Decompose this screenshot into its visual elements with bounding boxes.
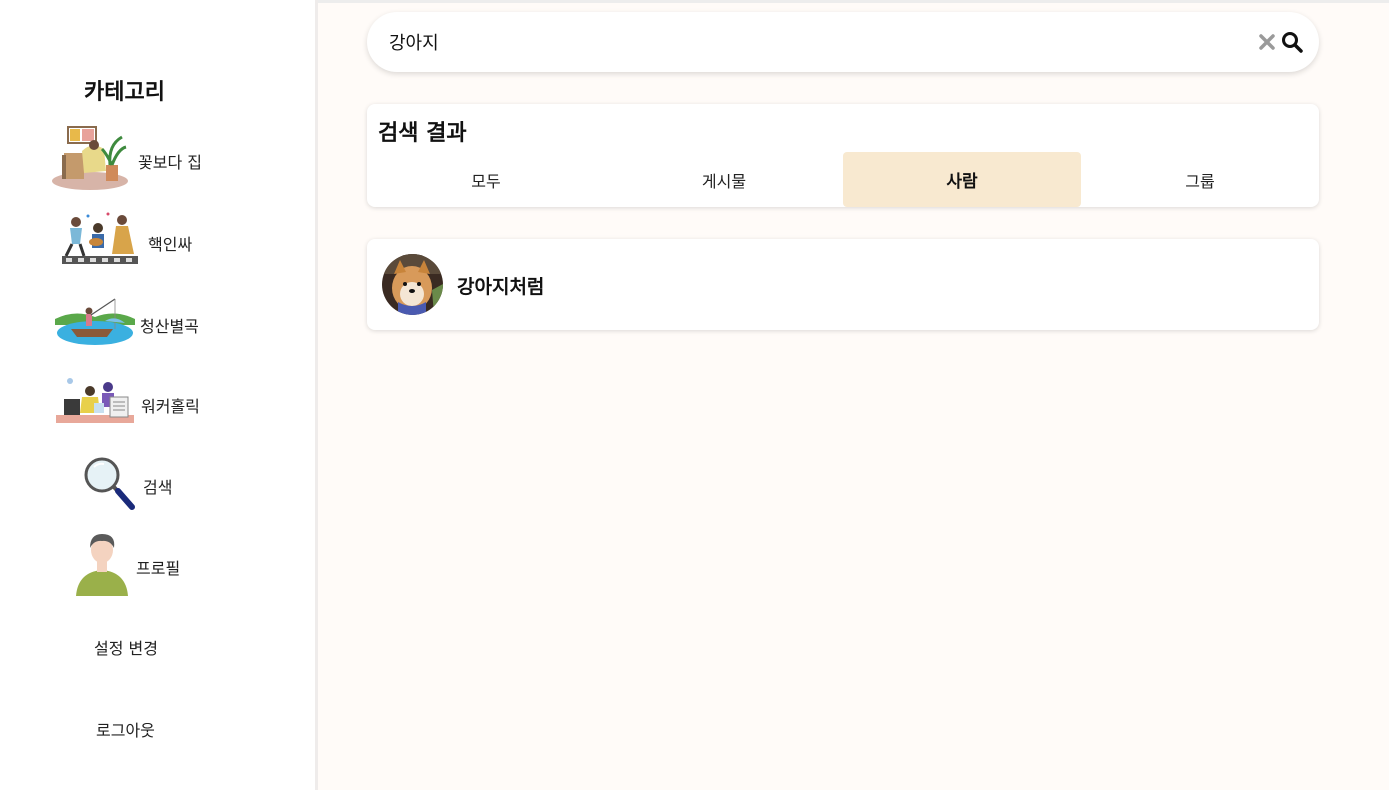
sidebar-item-label: 꽃보다 집	[138, 153, 202, 172]
tab-people[interactable]: 사람	[843, 152, 1081, 207]
sidebar-item-label: 청산별곡	[140, 317, 199, 336]
sidebar-item-flower-house[interactable]: 꽃보다 집	[52, 125, 292, 195]
sidebar-item-nature[interactable]: 청산별곡	[52, 295, 292, 365]
result-tabs: 모두 게시물 사람 그룹	[367, 152, 1319, 207]
sidebar-item-search[interactable]: 검색	[52, 455, 292, 525]
sidebar-item-label: 워커홀릭	[141, 397, 200, 416]
sidebar: 카테고리 꽃보다 집 핵인싸 청산별곡 워커홀릭 검색 프로필 설정 변경 로그…	[0, 0, 318, 790]
home-illustration-icon	[52, 126, 128, 190]
tab-all[interactable]: 모두	[367, 152, 605, 207]
settings-link[interactable]: 설정 변경	[94, 635, 158, 659]
dog-photo-icon	[382, 254, 443, 315]
sidebar-item-label: 핵인싸	[148, 235, 193, 254]
sidebar-title: 카테고리	[84, 80, 165, 105]
sidebar-item-profile[interactable]: 프로필	[52, 530, 292, 600]
sidebar-item-insider[interactable]: 핵인싸	[52, 210, 292, 280]
magnifier-icon	[84, 457, 135, 510]
sidebar-item-workaholic[interactable]: 워커홀릭	[52, 377, 292, 447]
sidebar-item-label: 프로필	[136, 559, 181, 578]
user-avatar	[382, 254, 443, 315]
search-icon[interactable]	[1281, 31, 1303, 53]
search-bar	[367, 12, 1319, 72]
search-results-panel: 검색 결과 모두 게시물 사람 그룹	[367, 104, 1319, 207]
clear-icon[interactable]	[1257, 32, 1277, 52]
tab-groups[interactable]: 그룹	[1081, 152, 1319, 207]
fishing-boat-icon	[55, 298, 135, 345]
office-work-icon	[56, 378, 134, 423]
user-name: 강아지처럼	[457, 276, 545, 298]
person-avatar-icon	[76, 534, 128, 596]
results-title: 검색 결과	[378, 121, 467, 146]
tab-posts[interactable]: 게시물	[605, 152, 843, 207]
logout-link[interactable]: 로그아웃	[96, 717, 155, 741]
sidebar-item-label: 검색	[143, 478, 173, 497]
search-input[interactable]	[389, 24, 1229, 60]
user-result-item[interactable]: 강아지처럼	[367, 239, 1319, 330]
party-people-icon	[62, 212, 138, 264]
